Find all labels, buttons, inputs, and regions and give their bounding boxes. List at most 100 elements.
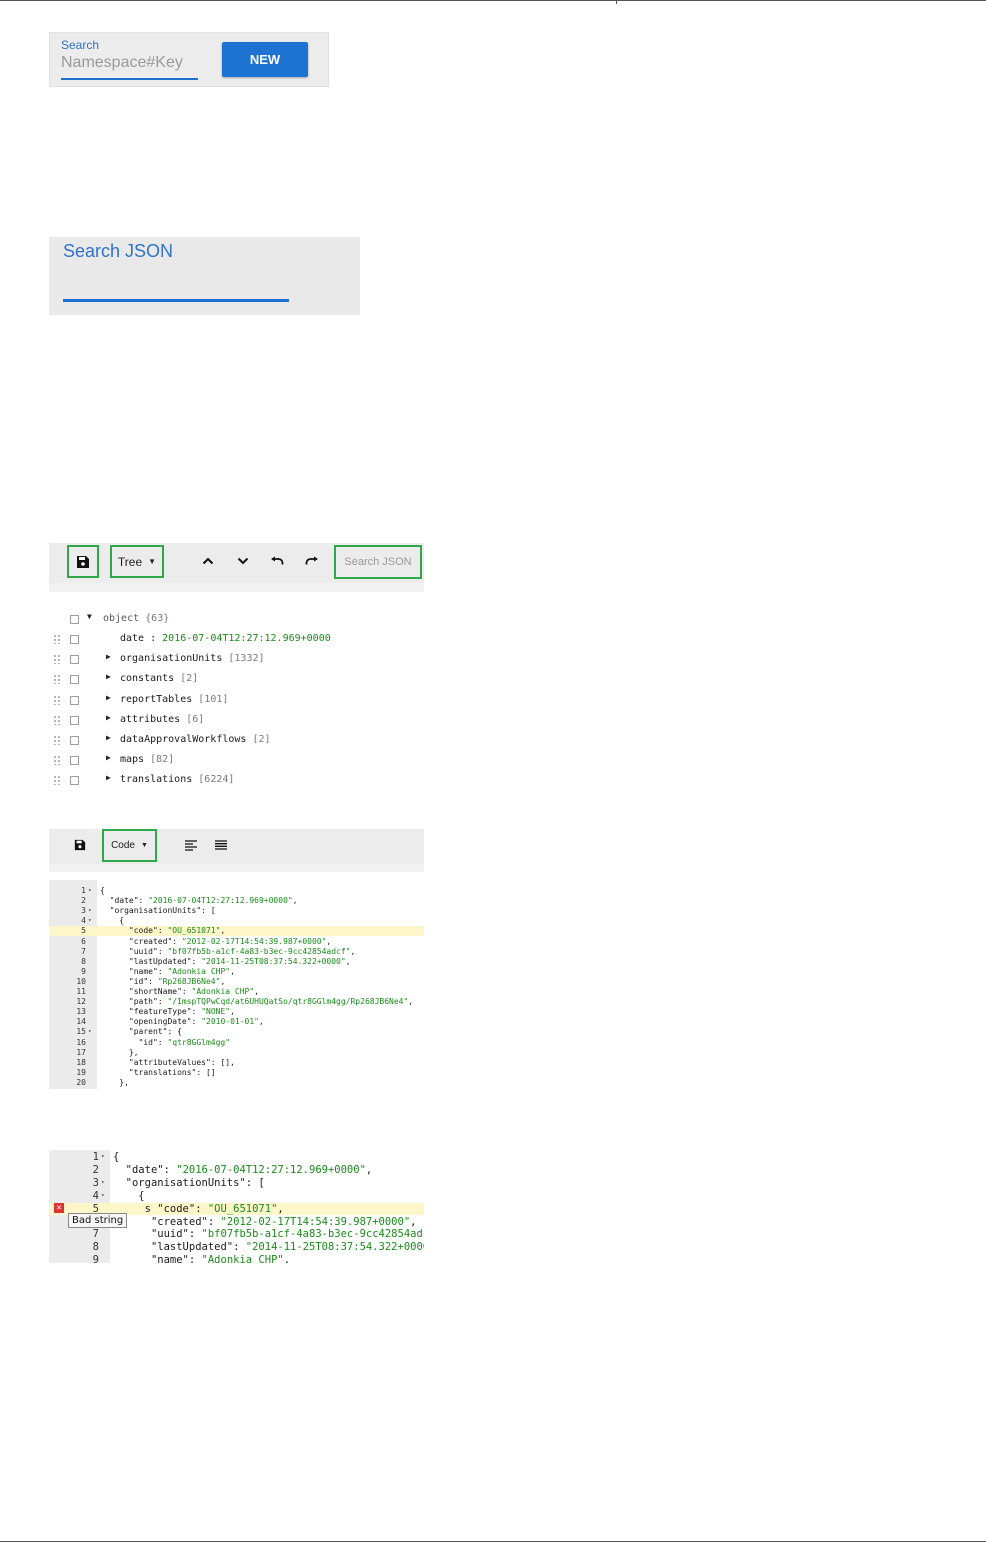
line-number: 15 bbox=[76, 1027, 86, 1037]
line-number: 9 bbox=[81, 966, 86, 976]
drag-handle-icon[interactable] bbox=[53, 735, 62, 745]
collapsed-triangle-icon[interactable]: ▶ bbox=[106, 672, 111, 681]
tree-search-input[interactable]: Search JSON bbox=[334, 545, 422, 579]
compact-icon bbox=[215, 839, 227, 850]
row-count: [6224] bbox=[198, 774, 235, 786]
tree-root-row[interactable]: ▼ object {63} bbox=[49, 609, 424, 629]
collapsed-triangle-icon[interactable]: ▶ bbox=[106, 733, 111, 742]
compact-button[interactable] bbox=[212, 836, 230, 854]
tree-row-dataApprovalWorkflows[interactable]: ▶ dataApprovalWorkflows [2] bbox=[49, 730, 424, 750]
code-line: "organisationUnits": [ bbox=[109, 906, 216, 916]
tree-row-translations[interactable]: ▶ translations [6224] bbox=[49, 770, 424, 790]
collapsed-triangle-icon[interactable]: ▶ bbox=[106, 713, 111, 722]
tree-row-organisationUnits[interactable]: ▶ organisationUnits [1332] bbox=[49, 649, 424, 669]
new-button[interactable]: NEW bbox=[222, 42, 308, 77]
drag-handle-icon[interactable] bbox=[53, 634, 62, 644]
line-number: 10 bbox=[76, 976, 86, 986]
fold-toggle-icon[interactable]: ▾ bbox=[88, 906, 92, 916]
tree-row-constants[interactable]: ▶ constants [2] bbox=[49, 669, 424, 689]
code-line: }, bbox=[100, 1077, 129, 1087]
select-checkbox[interactable] bbox=[70, 756, 79, 766]
search-input[interactable]: Namespace#Key bbox=[61, 54, 183, 72]
root-key: object bbox=[103, 613, 140, 624]
line-number: 4 bbox=[81, 916, 86, 926]
row-value[interactable]: 2016-07-04T12:27:12.969+0000 bbox=[162, 633, 331, 644]
search-json-label[interactable]: Search JSON bbox=[63, 241, 173, 262]
redo-icon bbox=[305, 556, 318, 565]
drag-handle-icon[interactable] bbox=[53, 775, 62, 786]
row-key: date bbox=[120, 633, 145, 644]
search-underline bbox=[61, 78, 198, 80]
code-line: "created": "2012-02-17T14:54:39.987+0000… bbox=[150, 1215, 417, 1228]
code-line: "uuid": "bf07fb5b-a1cf-4a83-b3ec-9cc4285… bbox=[128, 946, 356, 956]
code-line: "organisationUnits": [ bbox=[125, 1176, 265, 1189]
fold-toggle-icon[interactable]: ▾ bbox=[101, 1177, 105, 1190]
root-count: {63} bbox=[145, 613, 170, 624]
line-number: 18 bbox=[76, 1057, 86, 1067]
collapsed-triangle-icon[interactable]: ▶ bbox=[106, 652, 111, 661]
fold-toggle-icon[interactable]: ▾ bbox=[101, 1190, 105, 1203]
code-line: "code": "OU_651071", bbox=[128, 926, 226, 936]
chevron-up-icon bbox=[202, 557, 214, 565]
save-button[interactable] bbox=[70, 835, 90, 855]
select-checkbox[interactable] bbox=[70, 615, 79, 624]
undo-button[interactable] bbox=[267, 551, 287, 571]
row-key: organisationUnits bbox=[120, 653, 223, 665]
chevron-down-icon bbox=[237, 557, 249, 565]
line-number: 3 bbox=[92, 1176, 99, 1189]
row-separator: : bbox=[144, 633, 163, 644]
code-editor-error[interactable]: 1 ▾{2 "date": "2016-07-04T12:27:12.969+00… bbox=[49, 1150, 424, 1263]
code-line: "date": "2016-07-04T12:27:12.969+0000", bbox=[125, 1163, 373, 1176]
row-count: [101] bbox=[198, 693, 229, 705]
collapse-down-button[interactable] bbox=[233, 551, 253, 571]
error-icon[interactable]: ✕ bbox=[54, 1203, 64, 1213]
select-checkbox[interactable] bbox=[70, 635, 79, 644]
code-line: "uuid": "bf07fb5b-a1cf-4a83-b3ec-9cc4285… bbox=[150, 1228, 424, 1241]
drag-handle-icon[interactable] bbox=[53, 674, 62, 685]
tree-row-maps[interactable]: ▶ maps [82] bbox=[49, 750, 424, 770]
drag-handle-icon[interactable] bbox=[53, 755, 62, 766]
select-checkbox[interactable] bbox=[70, 655, 79, 665]
line-number: 1 bbox=[81, 886, 86, 895]
collapsed-triangle-icon[interactable]: ▶ bbox=[106, 693, 111, 702]
select-checkbox[interactable] bbox=[70, 776, 79, 786]
line-number: 16 bbox=[76, 1037, 86, 1047]
tree-row-reportTables[interactable]: ▶ reportTables [101] bbox=[49, 690, 424, 710]
line-number: 9 bbox=[92, 1254, 99, 1263]
caret-down-icon: ▼ bbox=[148, 557, 157, 566]
row-key: constants bbox=[120, 673, 175, 685]
row-key: attributes bbox=[120, 713, 181, 725]
select-checkbox[interactable] bbox=[70, 675, 79, 685]
tree-row-date[interactable]: date : 2016-07-04T12:27:12.969+0000 bbox=[49, 629, 424, 649]
mode-label: Tree bbox=[117, 554, 143, 569]
expanded-triangle-icon[interactable]: ▼ bbox=[87, 612, 92, 621]
line-number: 11 bbox=[76, 987, 86, 996]
drag-handle-icon[interactable] bbox=[53, 654, 62, 665]
line-number: 8 bbox=[81, 956, 86, 966]
fold-toggle-icon[interactable]: ▾ bbox=[88, 886, 92, 896]
line-number: 5 bbox=[81, 926, 86, 936]
tree-row-attributes[interactable]: ▶ attributes [6] bbox=[49, 710, 424, 730]
fold-toggle-icon[interactable]: ▾ bbox=[101, 1151, 105, 1164]
drag-handle-icon[interactable] bbox=[53, 694, 62, 705]
select-checkbox[interactable] bbox=[70, 695, 79, 705]
collapsed-triangle-icon[interactable]: ▶ bbox=[106, 753, 111, 762]
fold-toggle-icon[interactable]: ▾ bbox=[88, 1027, 92, 1037]
mode-dropdown[interactable]: Code ▼ bbox=[102, 829, 157, 862]
expand-up-button[interactable] bbox=[198, 551, 218, 571]
redo-button[interactable] bbox=[302, 551, 322, 571]
key-search-panel: Search Namespace#Key NEW bbox=[49, 32, 329, 87]
line-number: 17 bbox=[76, 1047, 86, 1057]
drag-handle-icon[interactable] bbox=[53, 714, 62, 725]
select-checkbox[interactable] bbox=[70, 715, 79, 725]
collapsed-triangle-icon[interactable]: ▶ bbox=[106, 773, 111, 782]
line-number: 2 bbox=[92, 1163, 99, 1176]
code-editor[interactable]: 1 ▾{2 "date": "2016-07-04T12:27:12.969+00… bbox=[49, 880, 424, 1089]
mode-dropdown[interactable]: Tree ▼ bbox=[110, 545, 164, 578]
code-line: "shortName": "Adonkia CHP", bbox=[128, 987, 259, 996]
format-button[interactable] bbox=[182, 836, 200, 854]
select-checkbox[interactable] bbox=[70, 736, 79, 745]
fold-toggle-icon[interactable]: ▾ bbox=[88, 916, 92, 926]
save-button[interactable] bbox=[67, 545, 99, 578]
code-line: "translations": [] bbox=[128, 1067, 216, 1077]
